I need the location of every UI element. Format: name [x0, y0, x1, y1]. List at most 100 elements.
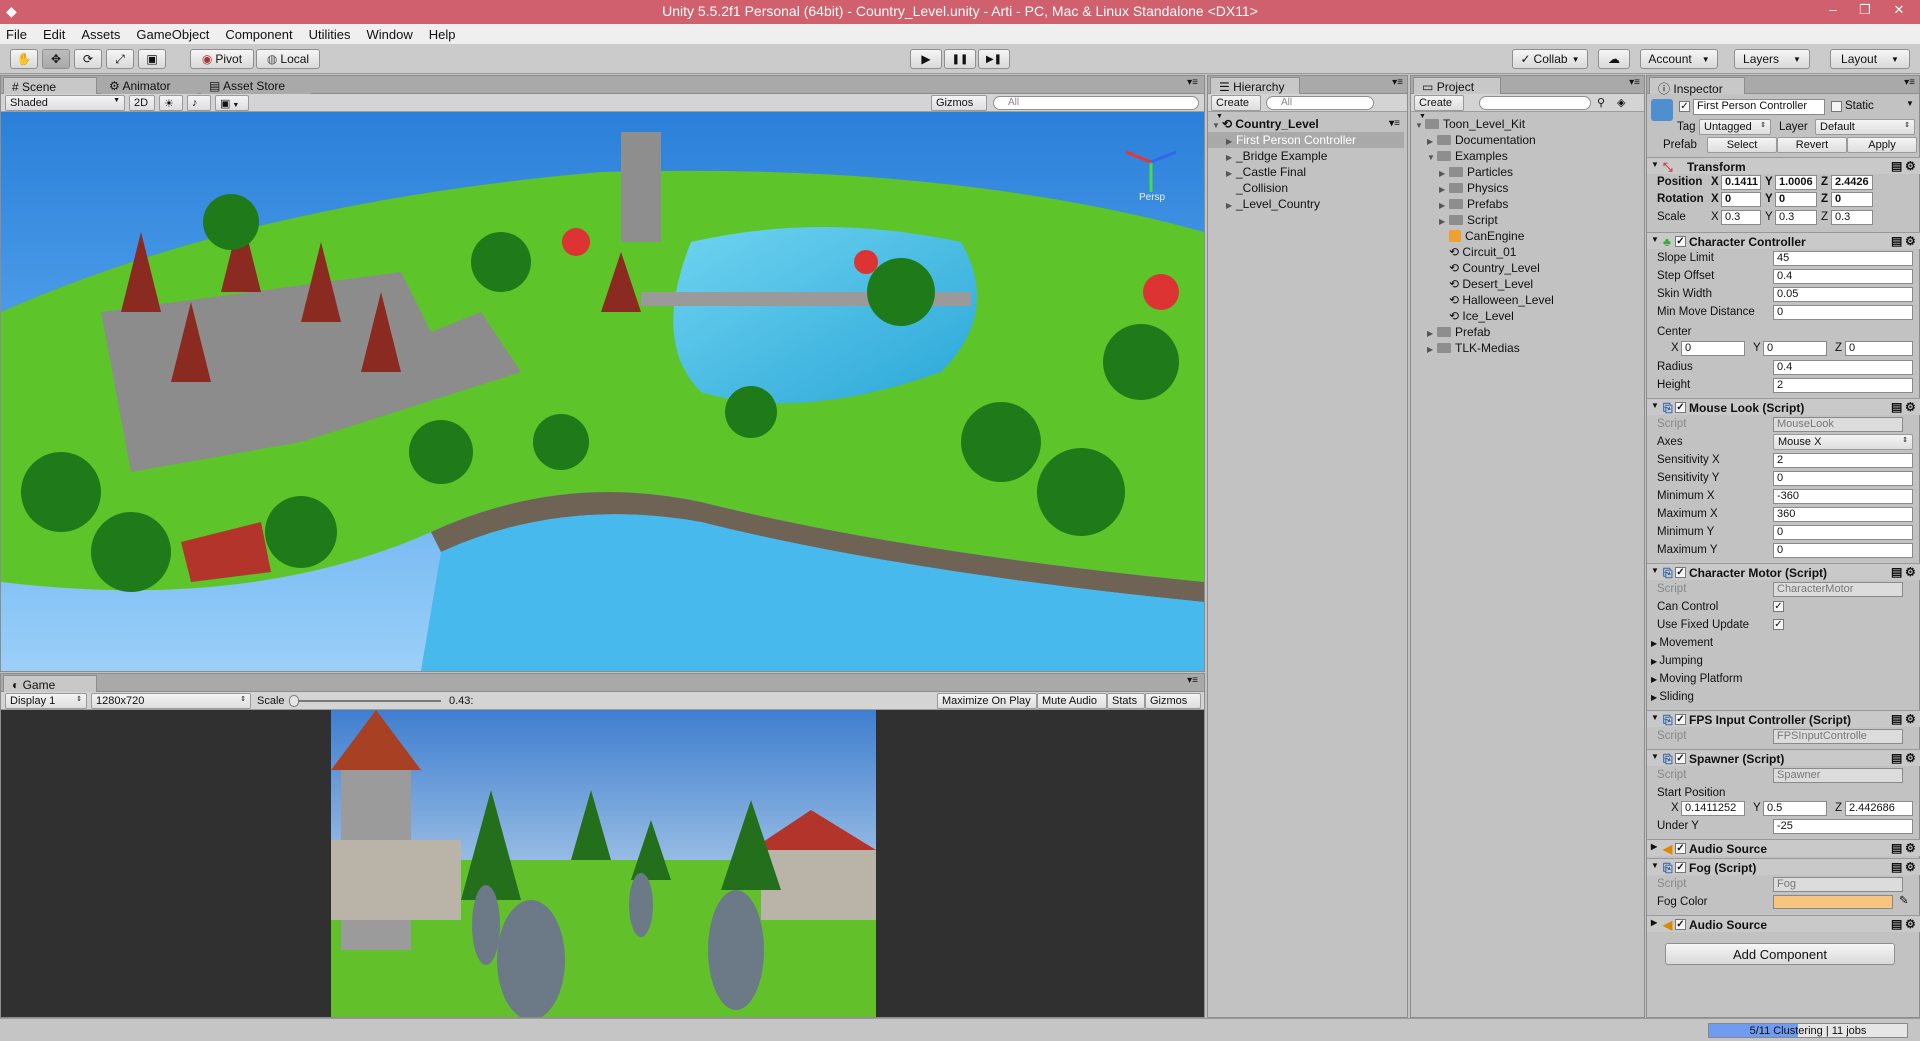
- gear-icon[interactable]: ⚙: [1905, 860, 1916, 874]
- help-book-icon[interactable]: ▤: [1891, 400, 1902, 414]
- pivot-toggle[interactable]: ◉ Pivot: [190, 49, 254, 69]
- game-view[interactable]: [331, 710, 876, 1017]
- gear-icon[interactable]: ⚙: [1905, 712, 1916, 726]
- minimum-x-input[interactable]: -360: [1773, 489, 1913, 504]
- component-enabled-checkbox[interactable]: ✓: [1675, 843, 1686, 854]
- maximum-y-input[interactable]: 0: [1773, 543, 1913, 558]
- fog-header[interactable]: ▼ ⎘ ✓ Fog (Script) ▤ ⚙: [1647, 858, 1920, 875]
- component-enabled-checkbox[interactable]: ✓: [1675, 567, 1686, 578]
- project-item-prefab[interactable]: ▶ Prefab: [1415, 324, 1643, 340]
- eyedropper-icon[interactable]: ✎: [1899, 893, 1909, 907]
- component-enabled-checkbox[interactable]: ✓: [1675, 919, 1686, 930]
- prefab-apply-button[interactable]: Apply: [1847, 137, 1917, 153]
- minimum-y-input[interactable]: 0: [1773, 525, 1913, 540]
- menu-help[interactable]: Help: [429, 27, 456, 42]
- hierarchy-item-collision[interactable]: _Collision: [1212, 180, 1404, 196]
- help-book-icon[interactable]: ▤: [1891, 159, 1902, 173]
- audio-source-header[interactable]: ▶ ◀ ✓ Audio Source ▤ ⚙: [1647, 839, 1920, 856]
- position-y-input[interactable]: 1.0006: [1775, 175, 1817, 190]
- scene-viewport[interactable]: Persp: [1, 112, 1204, 671]
- component-enabled-checkbox[interactable]: ✓: [1675, 862, 1686, 873]
- project-item-prefabs[interactable]: ▶ Prefabs: [1415, 196, 1643, 212]
- project-item-desert-level[interactable]: ⟲ Desert_Level: [1415, 276, 1643, 292]
- foldout-movement[interactable]: ▶ Movement: [1651, 637, 1713, 649]
- component-enabled-checkbox[interactable]: ✓: [1675, 753, 1686, 764]
- character-controller-header[interactable]: ▼ ♣ ✓ Character Controller ▤ ⚙: [1647, 232, 1920, 249]
- menu-gameobject[interactable]: GameObject: [136, 27, 209, 42]
- rotation-x-input[interactable]: 0: [1721, 192, 1761, 207]
- scene-search-input[interactable]: All: [993, 96, 1199, 110]
- foldout-sliding[interactable]: ▶ Sliding: [1651, 691, 1694, 703]
- mouse-look-header[interactable]: ▼ ⎘ ✓ Mouse Look (Script) ▤ ⚙: [1647, 398, 1920, 415]
- active-checkbox[interactable]: ✓: [1679, 101, 1690, 112]
- game-gizmos-dropdown[interactable]: Gizmos ▼: [1145, 693, 1201, 718]
- rotation-z-input[interactable]: 0: [1831, 192, 1873, 207]
- gear-icon[interactable]: ⚙: [1905, 751, 1916, 765]
- account-dropdown[interactable]: Account ▼: [1640, 49, 1718, 69]
- gameobject-name-input[interactable]: First Person Controller: [1693, 99, 1825, 115]
- collapse-arrow-icon[interactable]: ▼: [1651, 160, 1659, 169]
- can-control-checkbox[interactable]: ✓: [1773, 601, 1784, 612]
- help-book-icon[interactable]: ▤: [1891, 751, 1902, 765]
- scale-x-input[interactable]: 0.3: [1721, 210, 1761, 225]
- hierarchy-item-castle-final[interactable]: ▶ _Castle Final: [1212, 164, 1404, 180]
- skin-width-input[interactable]: 0.05: [1773, 287, 1913, 302]
- center-y-input[interactable]: 0: [1763, 341, 1827, 356]
- position-x-input[interactable]: 0.1411: [1721, 175, 1761, 190]
- fps-input-script-field[interactable]: FPSInputControlle: [1773, 729, 1903, 744]
- panel-menu-icon[interactable]: ▾≡: [1392, 77, 1403, 88]
- character-motor-script-field[interactable]: CharacterMotor: [1773, 582, 1903, 597]
- gear-icon[interactable]: ⚙: [1905, 565, 1916, 579]
- tab-game[interactable]: ◐ Game: [3, 675, 97, 692]
- fog-script-field[interactable]: Fog: [1773, 877, 1903, 892]
- hierarchy-item-first-person-controller[interactable]: ▶ First Person Controller: [1208, 132, 1404, 148]
- start-position-x-input[interactable]: 0.1411252: [1681, 801, 1745, 816]
- scene-gizmos-dropdown[interactable]: Gizmos ▼: [931, 95, 987, 120]
- menu-window[interactable]: Window: [366, 27, 412, 42]
- expand-arrow-icon[interactable]: ▶: [1226, 198, 1236, 214]
- project-item-canengine[interactable]: CanEngine: [1415, 228, 1643, 244]
- shading-mode-dropdown[interactable]: Shaded ▼: [5, 95, 125, 111]
- prefab-revert-button[interactable]: Revert: [1777, 137, 1847, 153]
- foldout-jumping[interactable]: ▶ Jumping: [1651, 655, 1703, 667]
- start-position-y-input[interactable]: 0.5: [1763, 801, 1827, 816]
- slope-limit-input[interactable]: 45: [1773, 251, 1913, 266]
- project-item-script[interactable]: ▶ Script: [1415, 212, 1643, 228]
- fog-color-swatch[interactable]: [1773, 895, 1893, 909]
- panel-menu-icon[interactable]: ▾≡: [1629, 77, 1640, 88]
- perspective-label[interactable]: Persp: [1139, 192, 1165, 203]
- center-x-input[interactable]: 0: [1681, 341, 1745, 356]
- collapse-arrow-icon[interactable]: ▼: [1651, 235, 1659, 244]
- mute-audio-toggle[interactable]: Mute Audio: [1037, 693, 1107, 709]
- fps-input-controller-header[interactable]: ▼ ⎘ ✓ FPS Input Controller (Script) ▤ ⚙: [1647, 710, 1920, 727]
- help-book-icon[interactable]: ▤: [1891, 234, 1902, 248]
- panel-menu-icon[interactable]: ▾≡: [1187, 675, 1198, 686]
- scale-slider[interactable]: [289, 695, 441, 707]
- project-create-button[interactable]: Create ▼: [1414, 95, 1464, 120]
- use-fixed-update-checkbox[interactable]: ✓: [1773, 619, 1784, 630]
- gear-icon[interactable]: ⚙: [1905, 234, 1916, 248]
- collapse-arrow-icon[interactable]: ▼: [1651, 752, 1659, 761]
- component-enabled-checkbox[interactable]: ✓: [1675, 402, 1686, 413]
- stats-toggle[interactable]: Stats: [1107, 693, 1145, 709]
- add-component-button[interactable]: Add Component: [1665, 943, 1895, 965]
- project-item-particles[interactable]: ▶ Particles: [1415, 164, 1643, 180]
- min-move-distance-input[interactable]: 0: [1773, 305, 1913, 320]
- project-item-circuit-01[interactable]: ⟲ Circuit_01: [1415, 244, 1643, 260]
- tab-hierarchy[interactable]: ☰ Hierarchy: [1210, 77, 1300, 94]
- hierarchy-search-input[interactable]: All: [1266, 96, 1374, 110]
- tab-asset-store[interactable]: ▤ Asset Store: [201, 77, 311, 94]
- project-item-halloween-level[interactable]: ⟲ Halloween_Level: [1415, 292, 1643, 308]
- scale-tool-button[interactable]: ⤢: [106, 49, 134, 69]
- project-item-toon-level-kit[interactable]: ▼ Toon_Level_Kit: [1415, 116, 1643, 132]
- maximum-x-input[interactable]: 360: [1773, 507, 1913, 522]
- panel-menu-icon[interactable]: ▾≡: [1187, 77, 1198, 88]
- help-book-icon[interactable]: ▤: [1891, 917, 1902, 931]
- collab-dropdown[interactable]: ✓ Collab ▼: [1512, 49, 1588, 69]
- spawner-script-field[interactable]: Spawner: [1773, 768, 1903, 783]
- hierarchy-item-level-country[interactable]: ▶ _Level_Country: [1212, 196, 1404, 212]
- project-item-examples[interactable]: ▼ Examples: [1415, 148, 1643, 164]
- foldout-moving-platform[interactable]: ▶ Moving Platform: [1651, 673, 1742, 685]
- step-button[interactable]: ▶❚: [978, 49, 1010, 69]
- component-enabled-checkbox[interactable]: ✓: [1675, 236, 1686, 247]
